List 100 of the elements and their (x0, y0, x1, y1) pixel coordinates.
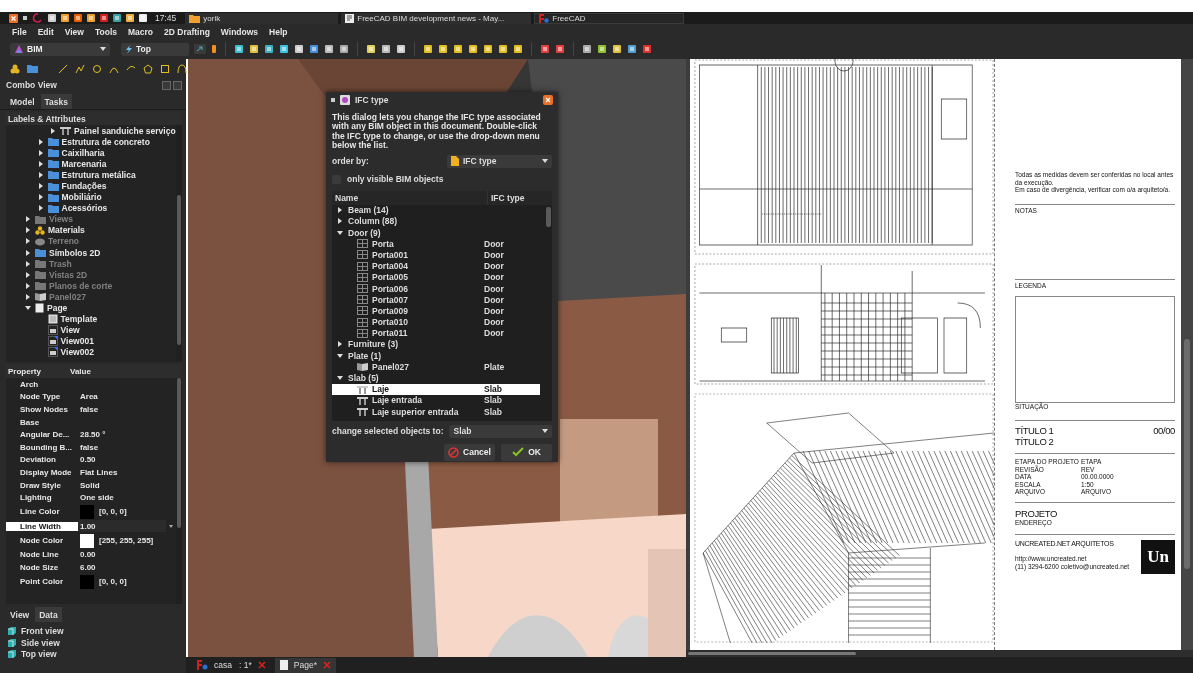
tree-item[interactable]: Panel027 (6, 291, 176, 303)
name-cell[interactable]: Porta010 (332, 316, 481, 328)
tree-item[interactable]: Fundações (6, 180, 176, 192)
name-cell[interactable]: Panel027 (332, 361, 481, 373)
property-name[interactable]: Node Size (6, 562, 78, 572)
menu-item[interactable]: Windows (220, 26, 259, 37)
tool-icon[interactable] (513, 44, 523, 54)
order-dropdown[interactable]: IFC type (447, 154, 552, 168)
name-cell[interactable]: Porta005 (332, 271, 481, 283)
menu-item[interactable]: File (12, 26, 27, 37)
type-dropdown[interactable]: Slab (449, 424, 552, 438)
ok-button[interactable]: OK (501, 443, 552, 461)
tab[interactable]: Tasks (40, 94, 73, 109)
tree-item[interactable]: Door (9) (332, 227, 552, 239)
tree-item[interactable]: Marcenaria (6, 158, 176, 170)
tool-icon[interactable] (324, 44, 334, 54)
view-item[interactable]: Front view (8, 626, 186, 636)
color-swatch[interactable] (80, 533, 94, 548)
rectangle-icon[interactable] (160, 63, 170, 74)
tool-icon[interactable] (294, 44, 304, 54)
name-cell[interactable]: Porta011 (332, 327, 481, 339)
expand-arrow-icon[interactable] (24, 292, 32, 301)
name-cell[interactable]: Porta009 (332, 305, 481, 317)
name-cell[interactable]: Porta007 (332, 294, 481, 306)
arch-icon[interactable] (177, 63, 187, 74)
expand-arrow-icon[interactable] (24, 270, 32, 279)
tab[interactable]: Model (6, 94, 39, 109)
property-name[interactable]: Node Color (6, 536, 78, 546)
folder-icon[interactable] (27, 64, 38, 73)
type-cell[interactable]: Door (481, 271, 540, 283)
menu-item[interactable]: Macro (128, 26, 154, 37)
view-item[interactable]: Top view (8, 649, 186, 659)
type-cell[interactable]: Door (481, 249, 540, 261)
menu-item[interactable]: 2D Drafting (164, 26, 210, 37)
property-name[interactable]: Show Nodes (6, 405, 78, 414)
cancel-button[interactable]: Cancel (444, 443, 495, 461)
tool-icon[interactable] (309, 44, 319, 54)
tree-item[interactable]: Terreno (6, 235, 176, 248)
expand-arrow-icon[interactable] (49, 126, 57, 135)
name-cell[interactable]: Porta (332, 238, 481, 250)
expand-arrow-icon[interactable] (336, 206, 344, 215)
expand-arrow-icon[interactable] (24, 281, 32, 290)
tool-icon[interactable] (540, 44, 550, 54)
tree-item[interactable]: Painel sanduiche serviço (6, 125, 176, 137)
tool-icon[interactable] (279, 44, 289, 54)
property-name[interactable]: Lighting (6, 493, 78, 503)
view-item[interactable]: Side view (8, 637, 186, 648)
tree-item[interactable]: Page (6, 302, 176, 314)
circle-icon[interactable] (92, 63, 102, 74)
expand-arrow-icon[interactable] (24, 259, 32, 268)
dots-icon[interactable] (10, 63, 20, 74)
spin-arrow-icon[interactable] (169, 524, 173, 528)
property-name[interactable]: Display Mode (6, 467, 78, 477)
expand-arrow-icon[interactable] (36, 170, 45, 179)
tree-item[interactable]: View001 (6, 335, 176, 347)
tree-item[interactable]: View (6, 324, 176, 336)
menu-item[interactable]: Tools (94, 26, 117, 37)
type-cell[interactable]: Slab (481, 394, 540, 406)
tool-icon[interactable] (627, 44, 637, 54)
type-cell[interactable]: Slab (481, 383, 540, 395)
view-dropdown[interactable]: Top (121, 42, 189, 56)
tree-item[interactable]: View002 (6, 346, 176, 358)
expand-arrow-icon[interactable] (24, 226, 32, 235)
workbench-dropdown[interactable]: BIM (10, 42, 110, 56)
tree-item[interactable]: Planos de corte (6, 280, 176, 292)
close-button[interactable] (173, 80, 182, 90)
tool-icon[interactable] (264, 44, 274, 54)
property-name[interactable]: Deviation (6, 455, 78, 465)
tool-icon[interactable] (234, 44, 244, 54)
type-cell[interactable]: Door (481, 260, 540, 272)
app-icon[interactable] (99, 13, 109, 23)
expand-arrow-icon[interactable] (24, 215, 32, 224)
expand-arrow-icon[interactable] (36, 182, 45, 190)
tree-item[interactable]: Caixilharia (6, 147, 176, 159)
name-cell[interactable]: Laje superior entrada (332, 406, 481, 418)
close-icon[interactable] (9, 13, 18, 23)
name-cell[interactable]: Laje (332, 383, 481, 395)
tab[interactable]: View (6, 607, 34, 622)
tree-item[interactable]: Materials (6, 224, 176, 236)
tree-item[interactable]: Acessórios (6, 202, 176, 214)
tool-icon[interactable] (642, 44, 652, 54)
type-cell[interactable]: Door (481, 316, 540, 328)
polyline-icon[interactable] (75, 63, 85, 74)
menu-item[interactable]: View (64, 26, 84, 37)
expand-arrow-icon[interactable] (36, 137, 45, 146)
tree-item[interactable]: Símbolos 2D (6, 247, 176, 259)
tree-item[interactable]: Template (6, 313, 176, 325)
expand-arrow-icon[interactable] (36, 159, 45, 168)
tool-icon[interactable] (597, 44, 607, 54)
taskbar-button[interactable]: FreeCAD BIM development news - May... (341, 12, 532, 24)
type-cell[interactable]: Door (481, 305, 540, 317)
tree-item[interactable]: Estrutura de concreto (6, 136, 176, 148)
color-swatch[interactable] (80, 574, 94, 589)
expand-arrow-icon[interactable] (36, 193, 45, 202)
arrow-icon[interactable] (194, 44, 206, 54)
tree-item[interactable]: Slab (5) (332, 372, 552, 384)
type-cell[interactable]: Door (481, 327, 540, 339)
tool-icon[interactable] (438, 44, 448, 54)
app-icon[interactable] (86, 13, 96, 23)
tool-icon[interactable] (555, 44, 565, 54)
